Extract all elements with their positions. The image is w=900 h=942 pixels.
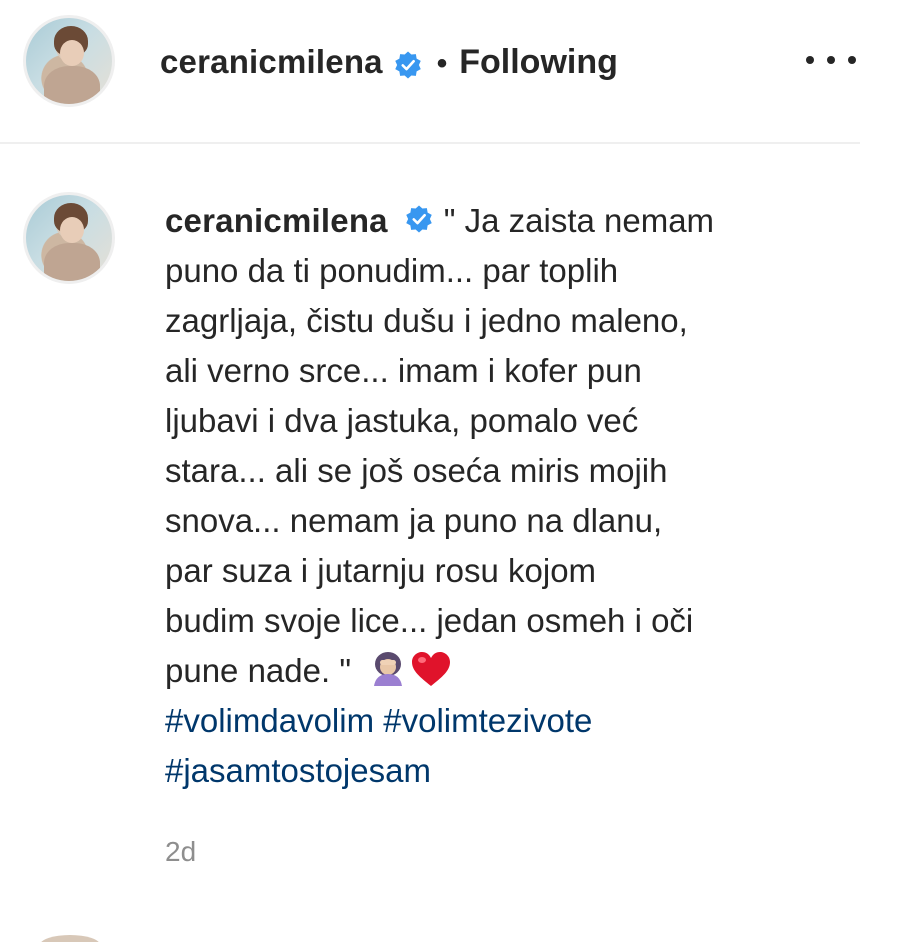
instagram-post-panel: ceranicmilena • Following ceranicmilena "… [0, 0, 900, 942]
caption-line: " Ja zaista nemam [443, 202, 715, 239]
header-username[interactable]: ceranicmilena [160, 43, 383, 80]
caption-line: zagrljaja, čistu dušu i jedno maleno, [165, 302, 688, 339]
post-header: ceranicmilena • Following [0, 0, 860, 144]
caption-line: ali verno srce... imam i kofer pun [165, 352, 642, 389]
following-button[interactable]: Following [459, 43, 618, 81]
caption-line: ljubavi i dva jastuka, pomalo već [165, 402, 639, 439]
caption-line: pune nade. " [165, 652, 352, 689]
post-timestamp[interactable]: 2d [165, 836, 196, 868]
hashtags: #volimdavolim #volimtezivote #jasamtostoj… [165, 702, 592, 789]
caption-line: puno da ti ponudim... par toplih [165, 252, 619, 289]
comment-avatar[interactable] [23, 192, 115, 284]
caption-line: par suza i jutarnju rosu kojom [165, 552, 597, 589]
caption-line: budim svoje lice... jedan osmeh i oči [165, 602, 694, 639]
caption-line: snova... nemam ja puno na dlanu, [165, 502, 663, 539]
red-heart-emoji [412, 652, 451, 687]
more-options-icon[interactable] [806, 40, 856, 80]
hashtag-link[interactable]: #jasamtostojesam [165, 752, 431, 789]
caption-body: ceranicmilena " Ja zaista nemam puno da … [165, 196, 845, 796]
hashtag-link[interactable]: #volimdavolim [165, 702, 374, 739]
header-username-row: ceranicmilena • Following [160, 40, 618, 91]
hashtag-link[interactable]: #volimtezivote [383, 702, 592, 739]
verified-badge-icon [405, 205, 432, 233]
profile-avatar[interactable] [23, 15, 115, 107]
caption-username[interactable]: ceranicmilena [165, 202, 388, 239]
woman-facepalming-emoji [374, 652, 403, 687]
verified-badge-icon [394, 51, 421, 79]
caption-line: stara... ali se još oseća miris mojih [165, 452, 668, 489]
next-comment-avatar [40, 935, 100, 942]
separator-dot: • [436, 47, 448, 80]
